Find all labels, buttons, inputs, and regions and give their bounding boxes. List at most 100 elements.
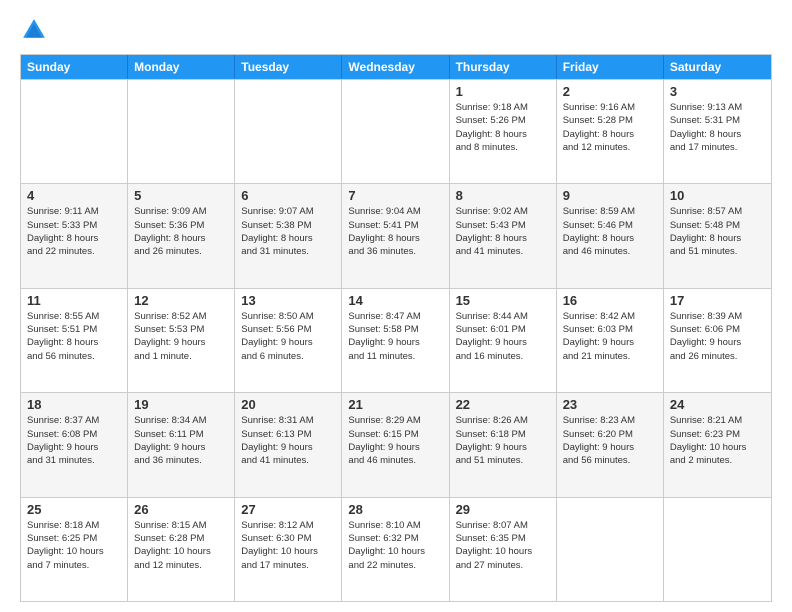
cell-day-number: 23	[563, 397, 657, 412]
cell-info: Sunrise: 8:34 AM Sunset: 6:11 PM Dayligh…	[134, 414, 228, 467]
cell-day-number: 8	[456, 188, 550, 203]
logo	[20, 16, 52, 44]
calendar-cell-0-2	[235, 80, 342, 183]
cell-day-number: 4	[27, 188, 121, 203]
cell-info: Sunrise: 9:07 AM Sunset: 5:38 PM Dayligh…	[241, 205, 335, 258]
cell-info: Sunrise: 8:31 AM Sunset: 6:13 PM Dayligh…	[241, 414, 335, 467]
cell-day-number: 25	[27, 502, 121, 517]
calendar-cell-3-4: 22 Sunrise: 8:26 AM Sunset: 6:18 PM Dayli…	[450, 393, 557, 496]
calendar-cell-2-2: 13Sunrise: 8:50 AM Sunset: 5:56 PM Dayli…	[235, 289, 342, 392]
calendar-cell-2-4: 15Sunrise: 8:44 AM Sunset: 6:01 PM Dayli…	[450, 289, 557, 392]
calendar-cell-2-3: 14 Sunrise: 8:47 AM Sunset: 5:58 PM Dayli…	[342, 289, 449, 392]
cell-info: Sunrise: 8:15 AM Sunset: 6:28 PM Dayligh…	[134, 519, 228, 572]
cell-day-number: 28	[348, 502, 442, 517]
cell-info: Sunrise: 8:47 AM Sunset: 5:58 PM Dayligh…	[348, 310, 442, 363]
cell-day-number: 18	[27, 397, 121, 412]
calendar-body: 1 Sunrise: 9:18 AM Sunset: 5:26 PM Daylig…	[21, 79, 771, 601]
cell-day-number: 24	[670, 397, 765, 412]
calendar-cell-0-6: 3 Sunrise: 9:13 AM Sunset: 5:31 PM Daylig…	[664, 80, 771, 183]
calendar-cell-3-1: 19 Sunrise: 8:34 AM Sunset: 6:11 PM Dayli…	[128, 393, 235, 496]
calendar-cell-3-6: 24 Sunrise: 8:21 AM Sunset: 6:23 PM Dayli…	[664, 393, 771, 496]
cell-info: Sunrise: 8:37 AM Sunset: 6:08 PM Dayligh…	[27, 414, 121, 467]
calendar: SundayMondayTuesdayWednesdayThursdayFrid…	[20, 54, 772, 602]
calendar-cell-0-0	[21, 80, 128, 183]
day-header-sunday: Sunday	[21, 55, 128, 79]
calendar-cell-4-1: 26 Sunrise: 8:15 AM Sunset: 6:28 PM Dayli…	[128, 498, 235, 601]
calendar-cell-2-5: 16 Sunrise: 8:42 AM Sunset: 6:03 PM Dayli…	[557, 289, 664, 392]
calendar-cell-1-6: 10Sunrise: 8:57 AM Sunset: 5:48 PM Dayli…	[664, 184, 771, 287]
calendar-cell-4-5	[557, 498, 664, 601]
calendar-cell-4-3: 28 Sunrise: 8:10 AM Sunset: 6:32 PM Dayli…	[342, 498, 449, 601]
calendar-cell-2-1: 12Sunrise: 8:52 AM Sunset: 5:53 PM Dayli…	[128, 289, 235, 392]
calendar-cell-4-4: 29 Sunrise: 8:07 AM Sunset: 6:35 PM Dayli…	[450, 498, 557, 601]
cell-info: Sunrise: 8:23 AM Sunset: 6:20 PM Dayligh…	[563, 414, 657, 467]
cell-day-number: 5	[134, 188, 228, 203]
calendar-cell-0-1	[128, 80, 235, 183]
cell-info: Sunrise: 9:13 AM Sunset: 5:31 PM Dayligh…	[670, 101, 765, 154]
cell-info: Sunrise: 9:04 AM Sunset: 5:41 PM Dayligh…	[348, 205, 442, 258]
calendar-cell-2-6: 17 Sunrise: 8:39 AM Sunset: 6:06 PM Dayli…	[664, 289, 771, 392]
calendar-cell-3-5: 23 Sunrise: 8:23 AM Sunset: 6:20 PM Dayli…	[557, 393, 664, 496]
cell-day-number: 2	[563, 84, 657, 99]
calendar-cell-1-4: 8 Sunrise: 9:02 AM Sunset: 5:43 PM Daylig…	[450, 184, 557, 287]
cell-info: Sunrise: 9:16 AM Sunset: 5:28 PM Dayligh…	[563, 101, 657, 154]
cell-info: Sunrise: 8:10 AM Sunset: 6:32 PM Dayligh…	[348, 519, 442, 572]
cell-info: Sunrise: 8:12 AM Sunset: 6:30 PM Dayligh…	[241, 519, 335, 572]
cell-day-number: 16	[563, 293, 657, 308]
calendar-cell-3-0: 18 Sunrise: 8:37 AM Sunset: 6:08 PM Dayli…	[21, 393, 128, 496]
calendar-cell-0-3	[342, 80, 449, 183]
cell-day-number: 15	[456, 293, 550, 308]
calendar-cell-1-0: 4Sunrise: 9:11 AM Sunset: 5:33 PM Daylig…	[21, 184, 128, 287]
calendar-cell-4-0: 25Sunrise: 8:18 AM Sunset: 6:25 PM Dayli…	[21, 498, 128, 601]
calendar-row-1: 4Sunrise: 9:11 AM Sunset: 5:33 PM Daylig…	[21, 183, 771, 287]
cell-day-number: 19	[134, 397, 228, 412]
cell-info: Sunrise: 8:29 AM Sunset: 6:15 PM Dayligh…	[348, 414, 442, 467]
calendar-cell-4-2: 27 Sunrise: 8:12 AM Sunset: 6:30 PM Dayli…	[235, 498, 342, 601]
day-header-thursday: Thursday	[450, 55, 557, 79]
cell-info: Sunrise: 8:42 AM Sunset: 6:03 PM Dayligh…	[563, 310, 657, 363]
cell-day-number: 17	[670, 293, 765, 308]
day-header-saturday: Saturday	[664, 55, 771, 79]
cell-day-number: 9	[563, 188, 657, 203]
cell-day-number: 13	[241, 293, 335, 308]
calendar-header: SundayMondayTuesdayWednesdayThursdayFrid…	[21, 55, 771, 79]
cell-info: Sunrise: 8:21 AM Sunset: 6:23 PM Dayligh…	[670, 414, 765, 467]
calendar-cell-1-5: 9 Sunrise: 8:59 AM Sunset: 5:46 PM Daylig…	[557, 184, 664, 287]
cell-day-number: 7	[348, 188, 442, 203]
cell-day-number: 27	[241, 502, 335, 517]
calendar-cell-0-4: 1 Sunrise: 9:18 AM Sunset: 5:26 PM Daylig…	[450, 80, 557, 183]
cell-day-number: 22	[456, 397, 550, 412]
cell-day-number: 14	[348, 293, 442, 308]
logo-icon	[20, 16, 48, 44]
day-header-friday: Friday	[557, 55, 664, 79]
calendar-row-0: 1 Sunrise: 9:18 AM Sunset: 5:26 PM Daylig…	[21, 79, 771, 183]
cell-day-number: 29	[456, 502, 550, 517]
calendar-row-4: 25Sunrise: 8:18 AM Sunset: 6:25 PM Dayli…	[21, 497, 771, 601]
cell-info: Sunrise: 8:57 AM Sunset: 5:48 PM Dayligh…	[670, 205, 765, 258]
cell-info: Sunrise: 8:26 AM Sunset: 6:18 PM Dayligh…	[456, 414, 550, 467]
cell-info: Sunrise: 8:07 AM Sunset: 6:35 PM Dayligh…	[456, 519, 550, 572]
cell-info: Sunrise: 9:09 AM Sunset: 5:36 PM Dayligh…	[134, 205, 228, 258]
page: SundayMondayTuesdayWednesdayThursdayFrid…	[0, 0, 792, 612]
cell-info: Sunrise: 8:39 AM Sunset: 6:06 PM Dayligh…	[670, 310, 765, 363]
calendar-cell-3-2: 20 Sunrise: 8:31 AM Sunset: 6:13 PM Dayli…	[235, 393, 342, 496]
calendar-cell-0-5: 2 Sunrise: 9:16 AM Sunset: 5:28 PM Daylig…	[557, 80, 664, 183]
cell-info: Sunrise: 8:59 AM Sunset: 5:46 PM Dayligh…	[563, 205, 657, 258]
cell-info: Sunrise: 9:18 AM Sunset: 5:26 PM Dayligh…	[456, 101, 550, 154]
calendar-cell-1-3: 7 Sunrise: 9:04 AM Sunset: 5:41 PM Daylig…	[342, 184, 449, 287]
cell-day-number: 6	[241, 188, 335, 203]
calendar-cell-2-0: 11Sunrise: 8:55 AM Sunset: 5:51 PM Dayli…	[21, 289, 128, 392]
cell-info: Sunrise: 8:52 AM Sunset: 5:53 PM Dayligh…	[134, 310, 228, 363]
cell-day-number: 3	[670, 84, 765, 99]
calendar-row-3: 18 Sunrise: 8:37 AM Sunset: 6:08 PM Dayli…	[21, 392, 771, 496]
day-header-wednesday: Wednesday	[342, 55, 449, 79]
cell-day-number: 26	[134, 502, 228, 517]
cell-day-number: 11	[27, 293, 121, 308]
calendar-row-2: 11Sunrise: 8:55 AM Sunset: 5:51 PM Dayli…	[21, 288, 771, 392]
cell-info: Sunrise: 9:02 AM Sunset: 5:43 PM Dayligh…	[456, 205, 550, 258]
cell-day-number: 1	[456, 84, 550, 99]
calendar-cell-4-6	[664, 498, 771, 601]
cell-day-number: 21	[348, 397, 442, 412]
calendar-cell-3-3: 21 Sunrise: 8:29 AM Sunset: 6:15 PM Dayli…	[342, 393, 449, 496]
cell-day-number: 20	[241, 397, 335, 412]
